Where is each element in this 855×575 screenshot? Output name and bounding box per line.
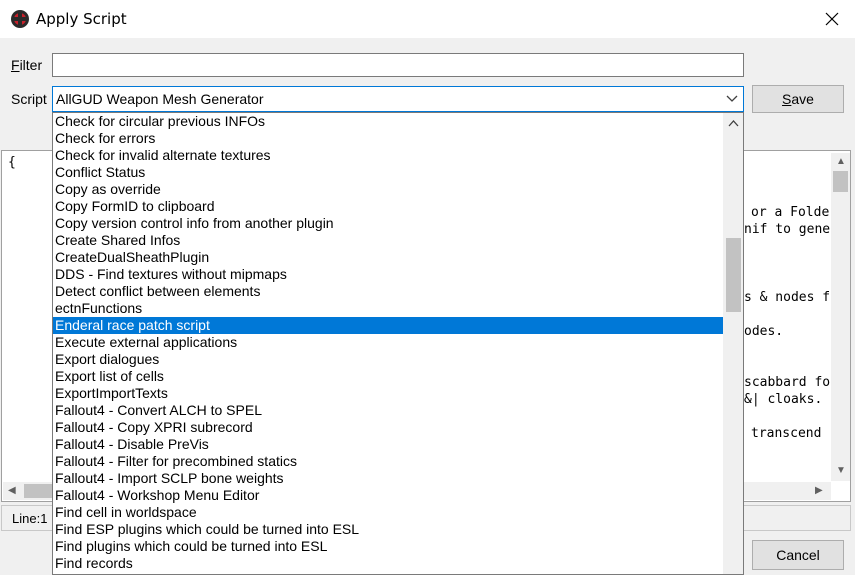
- scroll-right-icon[interactable]: ▶: [815, 486, 823, 496]
- close-button[interactable]: [809, 0, 855, 38]
- dropdown-item[interactable]: Copy as override: [53, 181, 723, 198]
- dropdown-item[interactable]: CreateDualSheathPlugin: [53, 249, 723, 266]
- dropdown-item[interactable]: Detect conflict between elements: [53, 283, 723, 300]
- dropdown-item[interactable]: ectnFunctions: [53, 300, 723, 317]
- save-button-label: Save: [782, 91, 814, 107]
- title-bar: Apply Script: [0, 0, 855, 38]
- filter-label: Filter: [11, 57, 43, 73]
- chevron-up-icon[interactable]: [728, 119, 739, 127]
- dropdown-item[interactable]: Fallout4 - Import SCLP bone weights: [53, 470, 723, 487]
- scroll-thumb[interactable]: [833, 171, 848, 192]
- script-select[interactable]: AllGUD Weapon Mesh Generator: [52, 86, 744, 112]
- script-selected-value: AllGUD Weapon Mesh Generator: [56, 91, 264, 107]
- save-button[interactable]: Save: [752, 85, 844, 113]
- editor-line: or a Folde: [751, 205, 830, 220]
- dropdown-item[interactable]: Copy version control info from another p…: [53, 215, 723, 232]
- dropdown-scrollbar[interactable]: [723, 113, 743, 574]
- editor-line: scabbard fo: [744, 375, 831, 390]
- dropdown-item[interactable]: Execute external applications: [53, 334, 723, 351]
- dropdown-item[interactable]: Check for invalid alternate textures: [53, 147, 723, 164]
- dropdown-item[interactable]: Fallout4 - Filter for precombined static…: [53, 453, 723, 470]
- cancel-button[interactable]: Cancel: [752, 540, 844, 570]
- editor-line: odes.: [744, 324, 784, 339]
- dropdown-item[interactable]: Find ESP plugins which could be turned i…: [53, 521, 723, 538]
- dropdown-item[interactable]: Fallout4 - Disable PreVis: [53, 436, 723, 453]
- dropdown-item[interactable]: Fallout4 - Convert ALCH to SPEL: [53, 402, 723, 419]
- app-icon: [11, 10, 29, 28]
- dropdown-item[interactable]: Find cell in worldspace: [53, 504, 723, 521]
- editor-line: transcend: [751, 426, 822, 441]
- dropdown-item[interactable]: Export dialogues: [53, 351, 723, 368]
- dropdown-item[interactable]: Fallout4 - Copy XPRI subrecord: [53, 419, 723, 436]
- dropdown-item[interactable]: Export list of cells: [53, 368, 723, 385]
- editor-line: s & nodes f: [744, 290, 831, 305]
- dropdown-scroll-thumb[interactable]: [726, 238, 741, 312]
- script-label: Script: [11, 91, 47, 107]
- editor-vertical-scrollbar[interactable]: ▲ ▼: [831, 153, 850, 481]
- scroll-down-icon[interactable]: ▼: [836, 466, 846, 476]
- window-title: Apply Script: [36, 10, 127, 28]
- scroll-up-icon[interactable]: ▲: [836, 157, 846, 167]
- dropdown-item[interactable]: Find plugins which could be turned into …: [53, 538, 723, 555]
- script-dropdown-list[interactable]: Check for circular previous INFOs Check f…: [52, 112, 744, 575]
- dropdown-item[interactable]: Check for circular previous INFOs: [53, 113, 723, 130]
- dropdown-items: Check for circular previous INFOs Check f…: [53, 113, 723, 572]
- dropdown-item[interactable]: Conflict Status: [53, 164, 723, 181]
- dropdown-item[interactable]: Fallout4 - Workshop Menu Editor: [53, 487, 723, 504]
- dropdown-item[interactable]: ExportImportTexts: [53, 385, 723, 402]
- filter-input[interactable]: [52, 53, 744, 77]
- line-indicator: Line:1: [12, 511, 48, 526]
- dropdown-item[interactable]: Find records: [53, 555, 723, 572]
- chevron-down-icon: [726, 95, 738, 102]
- dropdown-item[interactable]: Copy FormID to clipboard: [53, 198, 723, 215]
- editor-line: &| cloaks.: [744, 392, 823, 407]
- close-icon: [825, 12, 839, 26]
- dropdown-item[interactable]: Create Shared Infos: [53, 232, 723, 249]
- dropdown-item[interactable]: Check for errors: [53, 130, 723, 147]
- scroll-left-icon[interactable]: ◀: [8, 486, 16, 496]
- dropdown-item[interactable]: DDS - Find textures without mipmaps: [53, 266, 723, 283]
- cancel-button-label: Cancel: [776, 547, 820, 563]
- dropdown-item-selected[interactable]: Enderal race patch script: [53, 317, 723, 334]
- editor-line: {: [8, 155, 16, 170]
- editor-line: nif to gene: [744, 222, 831, 237]
